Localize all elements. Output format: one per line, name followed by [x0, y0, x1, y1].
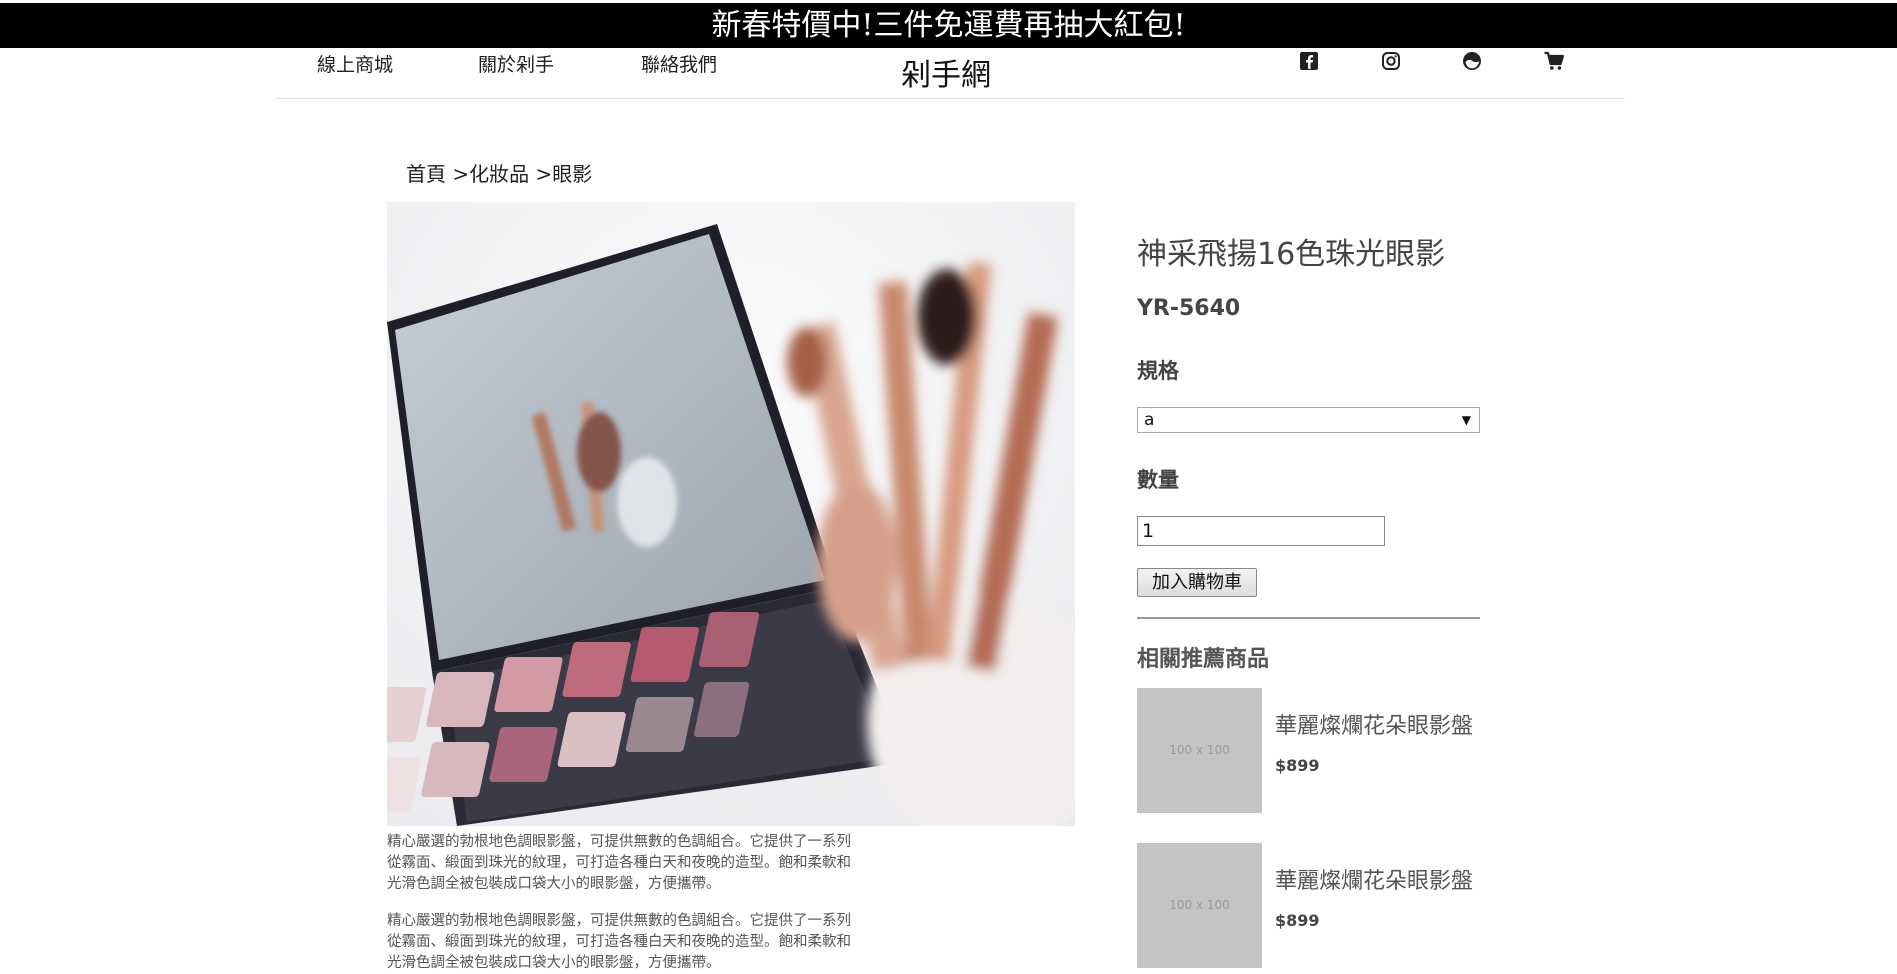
related-product-name[interactable]: 華麗燦爛花朵眼影盤	[1275, 863, 1473, 895]
related-product-price: $899	[1275, 911, 1320, 930]
header-divider	[275, 98, 1625, 99]
spec-select[interactable]: a ▼	[1137, 407, 1480, 433]
related-product-price: $899	[1275, 756, 1320, 775]
site-logo[interactable]: 剁手網	[901, 50, 991, 94]
promo-text: 新春特價中!三件免運費再抽大紅包!	[711, 8, 1186, 43]
product-description-1: 精心嚴選的勃根地色調眼影盤，可提供無數的色調組合。它提供了一系列從霧面、緞面到珠…	[387, 834, 851, 892]
nav-link-contact[interactable]: 聯絡我們	[641, 50, 717, 77]
product-description-2: 精心嚴選的勃根地色調眼影盤，可提供無數的色調組合。它提供了一系列從霧面、緞面到珠…	[387, 913, 851, 971]
product-title: 神采飛揚16色珠光眼影	[1137, 237, 1446, 272]
related-product-card[interactable]: 100 x 100 華麗燦爛花朵眼影盤 $899	[1137, 688, 1480, 813]
section-divider	[1137, 617, 1480, 619]
related-product-thumbnail[interactable]: 100 x 100	[1137, 688, 1262, 813]
thumbnail-placeholder-text: 100 x 100	[1169, 898, 1230, 912]
instagram-icon[interactable]	[1380, 50, 1402, 72]
add-to-cart-button[interactable]: 加入購物車	[1137, 568, 1257, 597]
product-photo-eyeshadow-palette	[387, 202, 1075, 826]
spec-label: 規格	[1137, 359, 1179, 383]
thumbnail-placeholder-text: 100 x 100	[1169, 743, 1230, 757]
related-products-heading: 相關推薦商品	[1137, 647, 1270, 672]
related-product-name[interactable]: 華麗燦爛花朵眼影盤	[1275, 708, 1473, 740]
spec-select-value: a	[1144, 410, 1155, 430]
promo-banner: 新春特價中!三件免運費再抽大紅包!	[0, 3, 1897, 48]
related-product-thumbnail[interactable]: 100 x 100	[1137, 843, 1262, 968]
chevron-down-icon: ▼	[1461, 413, 1471, 427]
quantity-label: 數量	[1137, 468, 1179, 492]
quantity-value: 1	[1142, 520, 1155, 542]
quantity-input[interactable]: 1	[1137, 516, 1385, 546]
product-image	[387, 202, 1075, 826]
breadcrumb[interactable]: 首頁 >化妝品 >眼影	[406, 158, 592, 187]
globe-icon[interactable]	[1461, 50, 1483, 72]
cart-icon[interactable]	[1543, 50, 1565, 72]
facebook-icon[interactable]	[1298, 50, 1320, 72]
nav-link-about[interactable]: 關於剁手	[478, 50, 554, 77]
product-sku: YR-5640	[1137, 296, 1241, 321]
nav-link-shop[interactable]: 線上商城	[317, 50, 393, 77]
related-product-card[interactable]: 100 x 100 華麗燦爛花朵眼影盤 $899	[1137, 843, 1480, 968]
